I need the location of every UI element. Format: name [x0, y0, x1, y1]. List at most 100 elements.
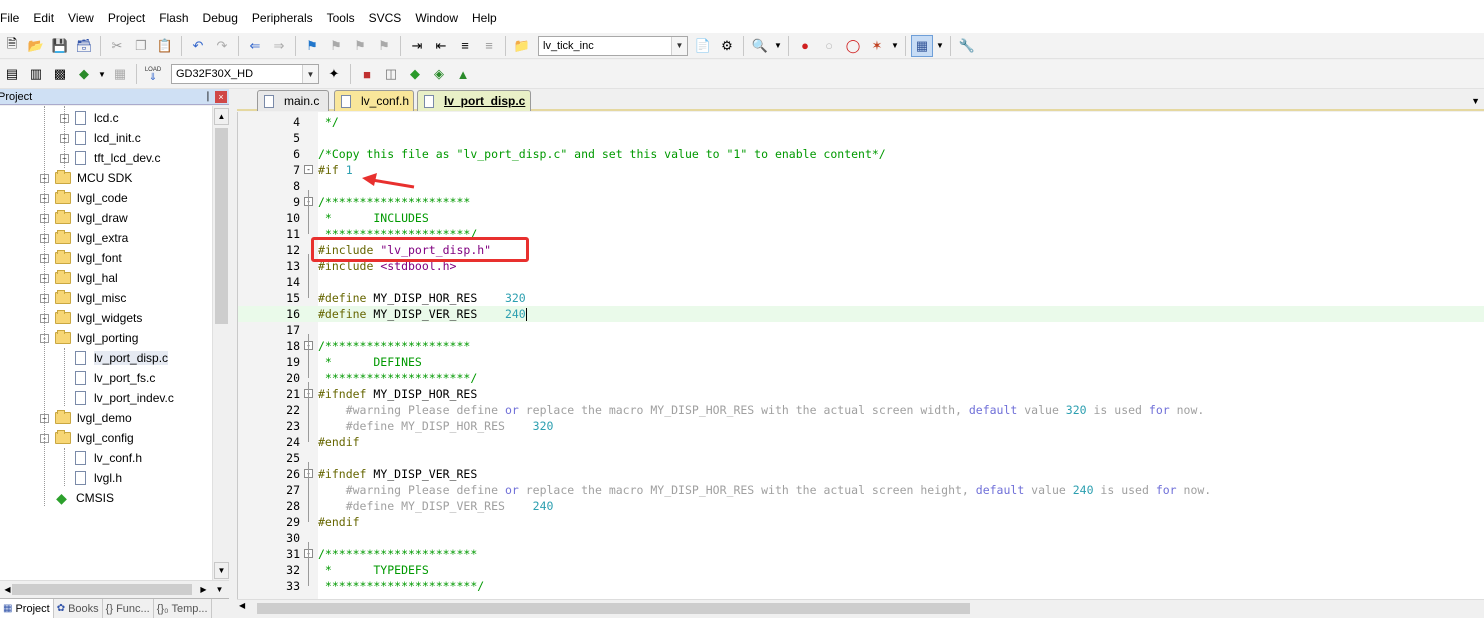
- save-icon[interactable]: 💾: [49, 35, 71, 57]
- rebuild-icon[interactable]: ▩: [49, 63, 71, 85]
- find-in-files-icon[interactable]: 📁: [511, 35, 533, 57]
- code-line[interactable]: 26-#ifndef MY_DISP_VER_RES: [238, 466, 1484, 482]
- comment-selection-icon[interactable]: ≡: [454, 35, 476, 57]
- enable-breakpoint-icon[interactable]: ○: [818, 35, 840, 57]
- code-line[interactable]: 14: [238, 274, 1484, 290]
- code-line[interactable]: 8: [238, 178, 1484, 194]
- tree-item[interactable]: lvgl.h: [60, 468, 122, 488]
- save-all-icon[interactable]: 🗃: [73, 35, 95, 57]
- tab-project[interactable]: ▦ Project: [0, 599, 54, 618]
- fold-toggle-icon[interactable]: -: [304, 165, 313, 174]
- disable-breakpoints-icon[interactable]: ◯: [842, 35, 864, 57]
- menu-svcs[interactable]: SVCS: [362, 0, 409, 34]
- tree-item[interactable]: + tft_lcd_dev.c: [60, 148, 160, 168]
- window-layout-icon[interactable]: ▦: [911, 34, 933, 57]
- target-options-icon[interactable]: ✦: [323, 63, 345, 85]
- paste-icon[interactable]: 📋: [154, 35, 176, 57]
- select-packs-icon[interactable]: ◆: [404, 63, 426, 85]
- find-icon[interactable]: 📄: [692, 35, 714, 57]
- tab-functions[interactable]: {} Func...: [103, 599, 154, 618]
- chevron-down-icon[interactable]: ▼: [671, 36, 687, 55]
- code-line[interactable]: 16 #define MY_DISP_VER_RES 240: [238, 306, 1484, 322]
- code-line[interactable]: 4 */: [238, 114, 1484, 130]
- file-extensions-icon[interactable]: ■: [356, 63, 378, 85]
- tree-item[interactable]: + lvgl_demo: [40, 408, 132, 428]
- scroll-right-icon[interactable]: ▶: [196, 582, 211, 597]
- chevron-down-icon[interactable]: ▼: [302, 65, 318, 83]
- tree-item[interactable]: lv_port_fs.c: [60, 368, 155, 388]
- editor-tab[interactable]: main.c: [257, 90, 329, 111]
- previous-bookmark-icon[interactable]: ⚑: [325, 35, 347, 57]
- code-editor[interactable]: 4 */5 6/*Copy this file as "lv_port_disp.…: [237, 112, 1484, 599]
- scroll-down-icon[interactable]: ▼: [214, 562, 229, 579]
- tree-item[interactable]: + lcd_init.c: [60, 128, 141, 148]
- panel-splitter[interactable]: [229, 89, 237, 618]
- insert-breakpoint-icon[interactable]: ●: [794, 35, 816, 57]
- project-tree-hscrollbar[interactable]: ◀ ▶ ▼: [0, 580, 229, 597]
- build-icon[interactable]: ▥: [25, 63, 47, 85]
- code-line[interactable]: 31-/**********************: [238, 546, 1484, 562]
- configure-wrench-icon[interactable]: 🔧: [956, 35, 978, 57]
- new-file-icon[interactable]: 🗎: [1, 35, 23, 57]
- project-tree-scrollbar[interactable]: ▲ ▼: [212, 106, 229, 580]
- code-line[interactable]: 5: [238, 130, 1484, 146]
- scrollbar-thumb[interactable]: [12, 584, 192, 595]
- chevron-down-icon[interactable]: ▼: [890, 35, 900, 57]
- menu-window[interactable]: Window: [408, 0, 465, 34]
- tree-item[interactable]: + lvgl_hal: [40, 268, 118, 288]
- menu-help[interactable]: Help: [465, 0, 504, 34]
- indent-icon[interactable]: ⇥: [406, 35, 428, 57]
- clear-bookmarks-icon[interactable]: ⚑: [373, 35, 395, 57]
- code-line[interactable]: 9-/*********************: [238, 194, 1484, 210]
- editor-tab[interactable]: lv_conf.h: [334, 90, 414, 111]
- download-load-icon[interactable]: LOAD ⇓: [142, 63, 164, 85]
- navigate-back-icon[interactable]: ⇐: [244, 35, 266, 57]
- tree-item[interactable]: + lcd.c: [60, 108, 119, 128]
- code-line[interactable]: 27 #warning Please define or replace the…: [238, 482, 1484, 498]
- tree-item[interactable]: + lvgl_code: [40, 188, 128, 208]
- code-line[interactable]: 30: [238, 530, 1484, 546]
- code-line[interactable]: 7- #if 1: [238, 162, 1484, 178]
- tab-templates[interactable]: {}₀ Temp...: [154, 599, 212, 618]
- kill-breakpoints-icon[interactable]: ✶: [866, 35, 888, 57]
- uncomment-selection-icon[interactable]: ≡: [478, 35, 500, 57]
- open-folder-icon[interactable]: 📂: [25, 35, 47, 57]
- debug-session-icon[interactable]: 🔍: [749, 35, 771, 57]
- code-line[interactable]: 18-/*********************: [238, 338, 1484, 354]
- pin-icon[interactable]: ❘: [201, 91, 215, 102]
- tree-item[interactable]: + MCU SDK: [40, 168, 132, 188]
- menu-project[interactable]: Project: [101, 0, 152, 34]
- code-line[interactable]: 17: [238, 322, 1484, 338]
- close-icon[interactable]: ×: [215, 90, 227, 103]
- code-line[interactable]: 20 *********************/: [238, 370, 1484, 386]
- tree-item[interactable]: + lvgl_misc: [40, 288, 126, 308]
- chevron-down-icon[interactable]: ▼: [97, 63, 107, 85]
- menu-flash[interactable]: Flash: [152, 0, 195, 34]
- redo-icon[interactable]: ↷: [211, 35, 233, 57]
- insert-bookmark-icon[interactable]: ⚑: [301, 35, 323, 57]
- code-line[interactable]: 23 #define MY_DISP_HOR_RES 320: [238, 418, 1484, 434]
- scroll-down-icon[interactable]: ▼: [212, 582, 227, 597]
- pack-installer-icon[interactable]: ◈: [428, 63, 450, 85]
- menu-peripherals[interactable]: Peripherals: [245, 0, 320, 34]
- translate-icon[interactable]: ▤: [1, 63, 23, 85]
- stop-build-icon[interactable]: ▦: [109, 63, 131, 85]
- menu-debug[interactable]: Debug: [196, 0, 245, 34]
- code-line[interactable]: 21-#ifndef MY_DISP_HOR_RES: [238, 386, 1484, 402]
- tree-item[interactable]: + lvgl_font: [40, 248, 122, 268]
- code-line[interactable]: 28 #define MY_DISP_VER_RES 240: [238, 498, 1484, 514]
- code-line[interactable]: 25: [238, 450, 1484, 466]
- batch-build-icon[interactable]: ◆: [73, 63, 95, 85]
- scroll-up-icon[interactable]: ▲: [214, 108, 229, 125]
- tree-item[interactable]: + lvgl_draw: [40, 208, 128, 228]
- editor-hscrollbar[interactable]: ◀: [237, 599, 1484, 616]
- code-line[interactable]: 10 * INCLUDES: [238, 210, 1484, 226]
- scrollbar-thumb[interactable]: [257, 603, 970, 614]
- tree-item[interactable]: + lvgl_widgets: [40, 308, 142, 328]
- tree-item[interactable]: ◆ CMSIS: [40, 488, 114, 508]
- chevron-down-icon[interactable]: ▼: [773, 35, 783, 57]
- incremental-find-icon[interactable]: ⚙: [716, 35, 738, 57]
- code-line[interactable]: 33 **********************/: [238, 578, 1484, 594]
- scroll-left-icon[interactable]: ◀: [239, 601, 245, 610]
- tab-books[interactable]: ✿ Books: [54, 599, 103, 618]
